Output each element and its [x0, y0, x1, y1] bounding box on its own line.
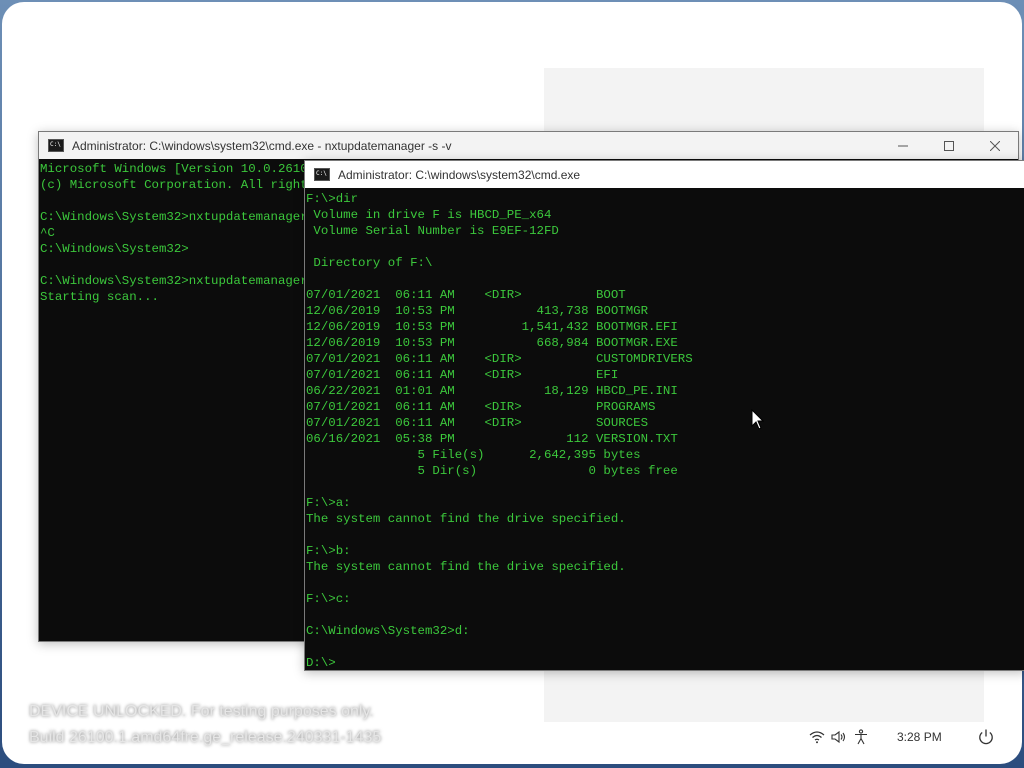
terminal-line: 5 File(s) 2,642,395 bytes: [306, 448, 641, 462]
minimize-button[interactable]: [880, 132, 926, 159]
wifi-icon[interactable]: [808, 728, 826, 746]
watermark-line-1: DEVICE UNLOCKED. For testing purposes on…: [29, 703, 374, 720]
terminal-line: 07/01/2021 06:11 AM <DIR> SOURCES: [306, 416, 649, 430]
terminal-line: The system cannot find the drive specifi…: [306, 560, 626, 574]
terminal-line: F:\>a:: [306, 496, 351, 510]
close-icon: [990, 140, 1000, 151]
terminal-line: D:\>: [306, 656, 336, 670]
terminal-line: 07/01/2021 06:11 AM <DIR> CUSTOMDRIVERS: [306, 352, 693, 366]
terminal-line: F:\>c:: [306, 592, 351, 606]
maximize-button[interactable]: [926, 132, 972, 159]
terminal-line: The system cannot find the drive specifi…: [306, 512, 626, 526]
terminal-output-foreground[interactable]: F:\>dir Volume in drive F is HBCD_PE_x64…: [305, 191, 1024, 670]
terminal-line: Volume Serial Number is E9EF-12FD: [306, 224, 559, 238]
terminal-line: 06/22/2021 01:01 AM 18,129 HBCD_PE.INI: [306, 384, 678, 398]
terminal-line: Volume in drive F is HBCD_PE_x64: [306, 208, 552, 222]
mouse-cursor-icon: [751, 409, 765, 430]
accessibility-icon[interactable]: [852, 728, 870, 746]
window-title: Administrator: C:\windows\system32\cmd.e…: [338, 167, 581, 182]
terminal-line: F:\>dir: [306, 192, 359, 206]
terminal-line: 07/01/2021 06:11 AM <DIR> EFI: [306, 368, 619, 382]
window-controls: [880, 132, 1018, 159]
terminal-line: Directory of F:\: [306, 256, 433, 270]
watermark-line-2: Build 26100.1.amd64fre.ge_release.240331…: [29, 729, 382, 746]
cmd-titlebar-foreground[interactable]: Administrator: C:\windows\system32\cmd.e…: [305, 161, 1024, 188]
minimize-icon: [898, 145, 908, 146]
terminal-line: 12/06/2019 10:53 PM 413,738 BOOTMGR: [306, 304, 649, 318]
build-watermark: DEVICE UNLOCKED. For testing purposes on…: [29, 699, 381, 751]
power-icon: [979, 729, 993, 745]
window-title: Administrator: C:\windows\system32\cmd.e…: [72, 138, 452, 153]
terminal-line: C:\Windows\System32>d:: [306, 624, 470, 638]
terminal-line: 5 Dir(s) 0 bytes free: [306, 464, 678, 478]
cmd-app-icon: [314, 168, 330, 181]
close-button[interactable]: [972, 132, 1018, 159]
clock-time: 3:28 PM: [897, 730, 942, 744]
terminal-line: F:\>b:: [306, 544, 351, 558]
terminal-line: 12/06/2019 10:53 PM 1,541,432 BOOTMGR.EF…: [306, 320, 678, 334]
terminal-line: 12/06/2019 10:53 PM 668,984 BOOTMGR.EXE: [306, 336, 678, 350]
terminal-line: 06/16/2021 05:38 PM 112 VERSION.TXT: [306, 432, 678, 446]
clock[interactable]: 3:28 PM: [897, 726, 942, 748]
terminal-line: 07/01/2021 06:11 AM <DIR> BOOT: [306, 288, 626, 302]
system-tray: [808, 726, 870, 748]
power-button[interactable]: [977, 726, 995, 748]
cmd-app-icon: [48, 139, 64, 152]
volume-icon[interactable]: [830, 728, 848, 746]
cmd-window-foreground[interactable]: Administrator: C:\windows\system32\cmd.e…: [304, 160, 1024, 671]
maximize-icon: [944, 140, 954, 151]
cmd-titlebar-background[interactable]: Administrator: C:\windows\system32\cmd.e…: [39, 132, 1018, 159]
terminal-line: 07/01/2021 06:11 AM <DIR> PROGRAMS: [306, 400, 656, 414]
